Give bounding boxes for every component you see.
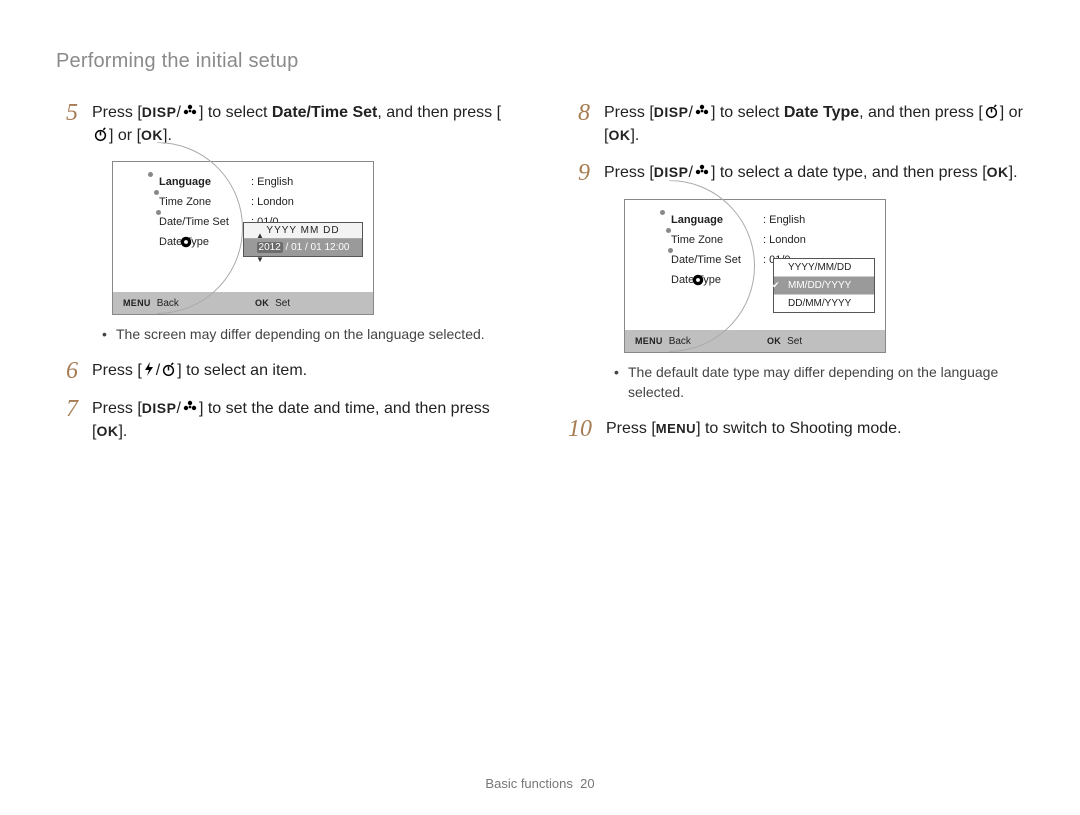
step-text: Press [DISP/] to select Date Type, and t…: [604, 101, 1024, 147]
note-list: The screen may differ depending on the l…: [102, 325, 512, 345]
flower-icon: [694, 103, 710, 119]
gear-icon: [177, 233, 195, 251]
set-label: Set: [275, 298, 290, 309]
lcd-value: : English: [763, 214, 805, 226]
page-footer: Basic functions 20: [0, 776, 1080, 791]
step-number: 7: [56, 397, 78, 443]
footer-section: Basic functions: [485, 776, 572, 791]
lcd-row-language: Language : English: [159, 172, 361, 192]
right-column: 8 Press [DISP/] to select Date Type, and…: [568, 101, 1024, 457]
datetype-option-selected: MM/DD/YYYY: [774, 277, 874, 295]
lcd-label: Date Type: [159, 236, 251, 248]
caret-up-icon: ▲: [256, 231, 264, 240]
ok-icon: OK: [608, 127, 630, 143]
lcd-label: Date/Time Set: [671, 254, 763, 266]
lcd-label: Language: [159, 176, 251, 188]
step-7: 7 Press [DISP/] to set the date and time…: [56, 397, 512, 443]
step-text: Press [DISP/] to set the date and time, …: [92, 397, 512, 443]
step-text: Press [MENU] to switch to Shooting mode.: [606, 417, 902, 441]
lcd-datetype: Language : English Time Zone : London Da…: [624, 199, 886, 353]
step-10: 10 Press [MENU] to switch to Shooting mo…: [568, 417, 1024, 441]
left-column: 5 Press [DISP/] to select Date/Time Set,…: [56, 101, 512, 457]
step-number: 6: [56, 359, 78, 383]
lcd-label: Language: [671, 214, 763, 226]
lcd-row-timezone: Time Zone : London: [671, 230, 873, 250]
lcd-label: Time Zone: [671, 234, 763, 246]
page-title: Performing the initial setup: [56, 50, 1024, 73]
disp-icon: DISP: [654, 164, 689, 180]
note-item: The default date type may differ dependi…: [614, 363, 1024, 402]
flower-icon: [694, 163, 710, 179]
gear-icon: [689, 271, 707, 289]
ok-icon: OK: [255, 298, 269, 308]
step-text: Press [DISP/] to select a date type, and…: [604, 161, 1018, 185]
step-number: 5: [56, 101, 78, 147]
step-text: Press [DISP/] to select Date/Time Set, a…: [92, 101, 512, 147]
disp-icon: DISP: [142, 400, 177, 416]
step-6: 6 Press [/] to select an item.: [56, 359, 512, 383]
menu-icon: MENU: [656, 421, 696, 436]
date-popup-value: ▲ 2012 / 01 / 01 12:00 ▼: [244, 239, 362, 256]
step-text: Press [/] to select an item.: [92, 359, 307, 383]
datetype-option: YYYY/MM/DD: [774, 259, 874, 277]
ok-icon: OK: [767, 336, 781, 346]
note-item: The screen may differ depending on the l…: [102, 325, 512, 345]
note-list: The default date type may differ dependi…: [614, 363, 1024, 402]
lcd-label: Date Type: [671, 274, 763, 286]
flower-icon: [182, 399, 198, 415]
arc-dot: [660, 210, 665, 215]
step-number: 10: [568, 417, 592, 441]
flash-icon: [143, 361, 155, 377]
timer-icon: [161, 362, 176, 377]
footer-page: 20: [580, 776, 594, 791]
lcd-value: : London: [251, 196, 294, 208]
datetype-popup: YYYY/MM/DD MM/DD/YYYY DD/MM/YYYY: [773, 258, 875, 313]
menu-icon: MENU: [635, 336, 663, 346]
ok-icon: OK: [96, 423, 118, 439]
lcd-value: : London: [763, 234, 806, 246]
lcd-label: Time Zone: [159, 196, 251, 208]
lcd-footer: MENU Back OK Set: [113, 292, 373, 314]
lcd-row-language: Language : English: [671, 210, 873, 230]
lcd-row-timezone: Time Zone : London: [159, 192, 361, 212]
caret-down-icon: ▼: [256, 255, 264, 264]
arc-dot: [148, 172, 153, 177]
flower-icon: [182, 103, 198, 119]
step-number: 8: [568, 101, 590, 147]
step-5: 5 Press [DISP/] to select Date/Time Set,…: [56, 101, 512, 147]
step-number: 9: [568, 161, 590, 185]
step-8: 8 Press [DISP/] to select Date Type, and…: [568, 101, 1024, 147]
lcd-label: Date/Time Set: [159, 216, 251, 228]
ok-icon: OK: [141, 127, 163, 143]
datetype-option: DD/MM/YYYY: [774, 295, 874, 312]
set-label: Set: [787, 336, 802, 347]
lcd-footer: MENU Back OK Set: [625, 330, 885, 352]
disp-icon: DISP: [654, 104, 689, 120]
step-9: 9 Press [DISP/] to select a date type, a…: [568, 161, 1024, 185]
disp-icon: DISP: [142, 104, 177, 120]
ok-icon: OK: [987, 164, 1009, 180]
lcd-value: : English: [251, 176, 293, 188]
lcd-datetime: Language : English Time Zone : London Da…: [112, 161, 374, 315]
date-popup: YYYY MM DD ▲ 2012 / 01 / 01 12:00 ▼: [243, 222, 363, 257]
menu-icon: MENU: [123, 298, 151, 308]
timer-icon: [984, 104, 999, 119]
timer-icon: [93, 127, 108, 142]
